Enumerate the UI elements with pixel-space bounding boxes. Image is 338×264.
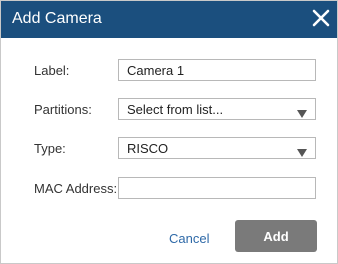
add-button-label: Add — [263, 228, 289, 244]
close-icon[interactable] — [308, 5, 334, 31]
type-select-value: RISCO — [127, 141, 169, 156]
label-field-label: Label: — [34, 63, 70, 78]
partitions-field-label: Partitions: — [34, 102, 92, 117]
chevron-down-icon — [297, 106, 307, 121]
partitions-select-value: Select from list... — [127, 102, 224, 117]
mac-address-input[interactable] — [118, 177, 316, 199]
label-input[interactable] — [118, 59, 316, 81]
dialog-title: Add Camera — [12, 10, 102, 27]
partitions-select[interactable]: Select from list... — [118, 98, 316, 120]
mac-address-field-label: MAC Address: — [34, 181, 118, 196]
add-button[interactable]: Add — [235, 220, 317, 252]
add-camera-dialog: Add Camera Label: Partitions: Select fro… — [0, 0, 338, 264]
cancel-button[interactable]: Cancel — [169, 231, 209, 246]
chevron-down-icon — [297, 145, 307, 160]
type-select[interactable]: RISCO — [118, 137, 316, 159]
type-field-label: Type: — [34, 141, 66, 156]
dialog-titlebar: Add Camera — [1, 1, 337, 38]
